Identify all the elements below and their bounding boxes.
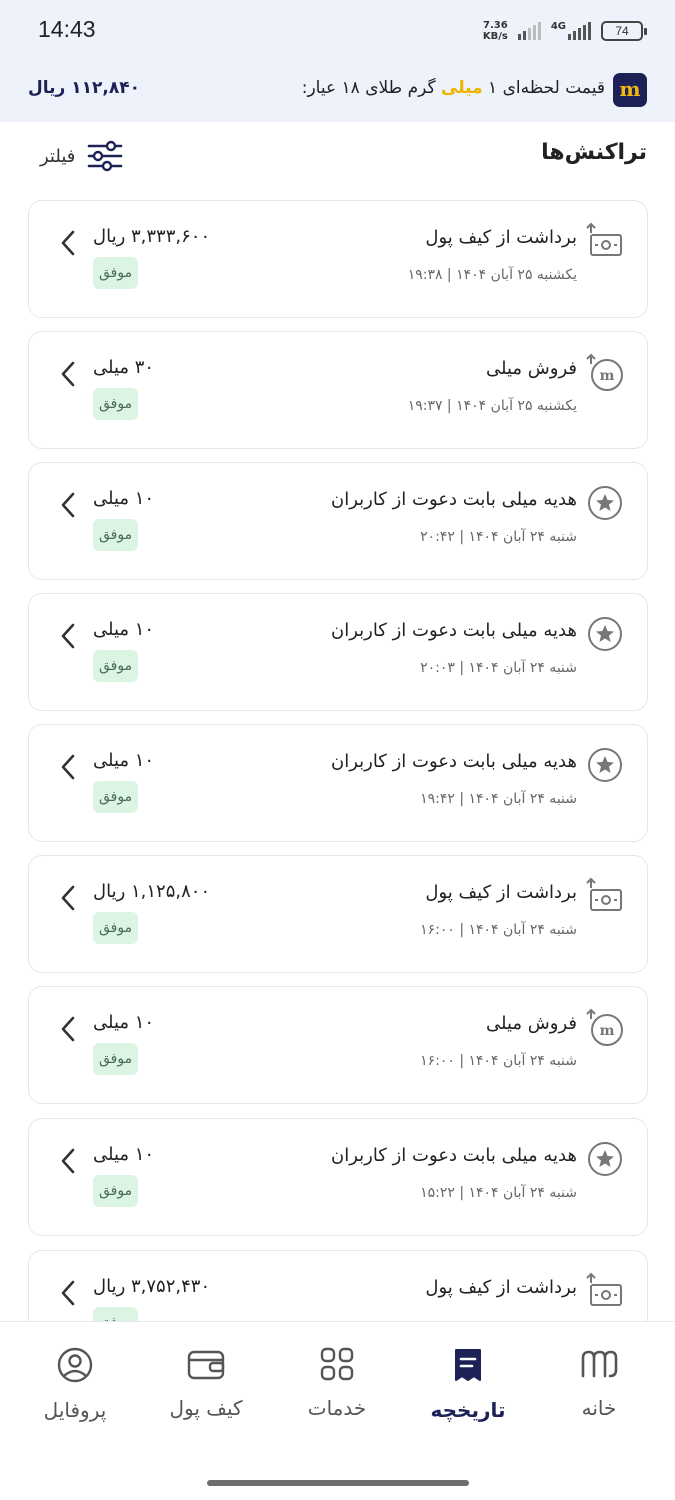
gold-price-label: قیمت لحظه‌ای ۱ میلی گرم طلای ۱۸ عیار: <box>301 78 605 98</box>
chevron-left-icon <box>61 754 75 780</box>
wallet-icon <box>187 1350 225 1380</box>
transaction-date: شنبه ۲۴ آبان ۱۴۰۴ | ۱۶:۰۰ <box>420 1053 577 1069</box>
status-bar: 14:43 7.36 KB/s 4G 74 <box>0 0 675 62</box>
nav-item-services[interactable]: خدمات <box>277 1346 397 1436</box>
milli-sell-icon: m <box>586 353 623 391</box>
app-logo-icon: m <box>613 73 647 107</box>
transaction-date: شنبه ۲۴ آبان ۱۴۰۴ | ۱۹:۴۲ <box>420 791 577 807</box>
transaction-amount: ۱۰ میلی <box>93 488 155 509</box>
filter-icon <box>88 140 123 172</box>
services-grid-icon <box>320 1347 354 1381</box>
status-badge: موفق <box>93 388 139 420</box>
transaction-card[interactable]: هدیه میلی بابت دعوت از کاربران شنبه ۲۴ آ… <box>28 593 648 711</box>
chevron-left-icon <box>61 1280 75 1306</box>
transaction-title: برداشت از کیف پول <box>425 1277 577 1298</box>
transaction-amount: ۱۰ میلی <box>93 1144 155 1165</box>
star-icon <box>588 1142 622 1176</box>
nav-label: کیف پول <box>169 1396 243 1420</box>
filter-button[interactable]: فیلتر <box>40 136 123 176</box>
transaction-amount: ۳۰ میلی <box>93 357 155 378</box>
nav-label: خدمات <box>307 1396 367 1420</box>
chevron-left-icon <box>61 1016 75 1042</box>
milli-sell-icon: m <box>586 1008 623 1046</box>
network-type: 4G <box>550 20 566 32</box>
transaction-card[interactable]: برداشت از کیف پول شنبه ۲۴ آبان ۱۴۰۴ | ۱۶… <box>28 855 648 973</box>
transaction-amount: ۱۰ میلی <box>93 1012 155 1033</box>
home-logo-icon <box>581 1350 618 1378</box>
chevron-left-icon <box>61 623 75 649</box>
status-indicators: 7.36 KB/s 4G 74 <box>482 18 647 44</box>
chevron-left-icon <box>61 361 75 387</box>
gold-price-bar: m قیمت لحظه‌ای ۱ میلی گرم طلای ۱۸ عیار: … <box>0 62 675 122</box>
status-badge: موفق <box>93 1307 139 1321</box>
transaction-title: برداشت از کیف پول <box>425 227 577 248</box>
status-badge: موفق <box>93 257 139 289</box>
withdraw-icon <box>586 1272 622 1306</box>
transaction-title: برداشت از کیف پول <box>425 882 577 903</box>
transaction-list[interactable]: برداشت از کیف پول یکشنبه ۲۵ آبان ۱۴۰۴ | … <box>28 200 648 1321</box>
gold-price-value: ۱۱۲,۸۴۰ ریال <box>28 78 140 98</box>
status-badge: موفق <box>93 781 139 813</box>
transaction-title: فروش میلی <box>486 1013 577 1034</box>
withdraw-icon <box>586 877 622 911</box>
transaction-title: هدیه میلی بابت دعوت از کاربران <box>330 620 577 641</box>
transaction-card[interactable]: m فروش میلی یکشنبه ۲۵ آبان ۱۴۰۴ | ۱۹:۳۷ … <box>28 331 648 449</box>
star-icon <box>588 486 622 520</box>
transaction-date: شنبه ۲۴ آبان ۱۴۰۴ | ۲۰:۰۳ <box>420 660 577 676</box>
nav-item-history[interactable]: تاریخچه <box>408 1346 528 1436</box>
nav-label: خانه <box>581 1396 617 1420</box>
transaction-amount: ۱۰ میلی <box>93 619 155 640</box>
nav-item-home[interactable]: خانه <box>539 1346 659 1436</box>
page-title: تراکنش‌ها <box>541 140 647 165</box>
nav-item-profile[interactable]: پروفایل <box>15 1346 135 1436</box>
transaction-amount: ۱,۱۲۵,۸۰۰ ریال <box>93 881 211 902</box>
transaction-title: هدیه میلی بابت دعوت از کاربران <box>330 1145 577 1166</box>
cell-signal-icon <box>568 22 591 40</box>
nav-item-wallet[interactable]: کیف پول <box>146 1346 266 1436</box>
wifi-signal-icon <box>517 22 541 40</box>
bottom-nav: خانه تاریخچه خدمات کیف پول پروفایل <box>0 1321 675 1500</box>
network-speed: 7.36 KB/s <box>482 20 508 42</box>
battery-level: 74 <box>615 24 629 38</box>
transaction-card[interactable]: هدیه میلی بابت دعوت از کاربران شنبه ۲۴ آ… <box>28 1118 648 1236</box>
transaction-date: یکشنبه ۲۵ آبان ۱۴۰۴ | ۱۹:۳۷ <box>407 398 577 414</box>
svg-text:m: m <box>600 1023 615 1039</box>
transaction-title: هدیه میلی بابت دعوت از کاربران <box>330 751 577 772</box>
transaction-card[interactable]: برداشت از کیف پول ۳,۷۵۲,۴۳۰ ریال موفق <box>28 1250 648 1321</box>
chevron-left-icon <box>61 492 75 518</box>
transaction-date: شنبه ۲۴ آبان ۱۴۰۴ | ۱۶:۰۰ <box>420 922 577 938</box>
transaction-title: هدیه میلی بابت دعوت از کاربران <box>330 489 577 510</box>
history-icon <box>455 1349 481 1381</box>
transaction-date: شنبه ۲۴ آبان ۱۴۰۴ | ۲۰:۴۲ <box>420 529 577 545</box>
status-time: 14:43 <box>38 16 96 42</box>
star-icon <box>588 748 622 782</box>
status-badge: موفق <box>93 519 139 551</box>
filter-label: فیلتر <box>40 145 76 167</box>
status-badge: موفق <box>93 1043 139 1075</box>
transaction-amount: ۳,۷۵۲,۴۳۰ ریال <box>93 1276 211 1297</box>
nav-label: تاریخچه <box>430 1398 506 1422</box>
star-icon <box>588 617 622 651</box>
chevron-left-icon <box>61 885 75 911</box>
home-indicator[interactable] <box>207 1480 469 1486</box>
transaction-amount: ۱۰ میلی <box>93 750 155 771</box>
transaction-card[interactable]: هدیه میلی بابت دعوت از کاربران شنبه ۲۴ آ… <box>28 462 648 580</box>
chevron-left-icon <box>61 1148 75 1174</box>
status-badge: موفق <box>93 650 139 682</box>
status-badge: موفق <box>93 912 139 944</box>
profile-icon <box>57 1347 93 1383</box>
transaction-card[interactable]: برداشت از کیف پول یکشنبه ۲۵ آبان ۱۴۰۴ | … <box>28 200 648 318</box>
transaction-card[interactable]: m فروش میلی شنبه ۲۴ آبان ۱۴۰۴ | ۱۶:۰۰ ۱۰… <box>28 986 648 1104</box>
transaction-amount: ۳,۳۳۳,۶۰۰ ریال <box>93 226 211 247</box>
transaction-card[interactable]: هدیه میلی بابت دعوت از کاربران شنبه ۲۴ آ… <box>28 724 648 842</box>
nav-label: پروفایل <box>43 1398 107 1422</box>
svg-text:m: m <box>600 368 615 384</box>
transaction-title: فروش میلی <box>486 358 577 379</box>
chevron-left-icon <box>61 230 75 256</box>
status-badge: موفق <box>93 1175 139 1207</box>
battery-icon: 74 <box>601 21 647 41</box>
transaction-date: شنبه ۲۴ آبان ۱۴۰۴ | ۱۵:۲۲ <box>420 1185 577 1201</box>
transaction-date: یکشنبه ۲۵ آبان ۱۴۰۴ | ۱۹:۳۸ <box>407 267 577 283</box>
withdraw-icon <box>586 222 622 256</box>
